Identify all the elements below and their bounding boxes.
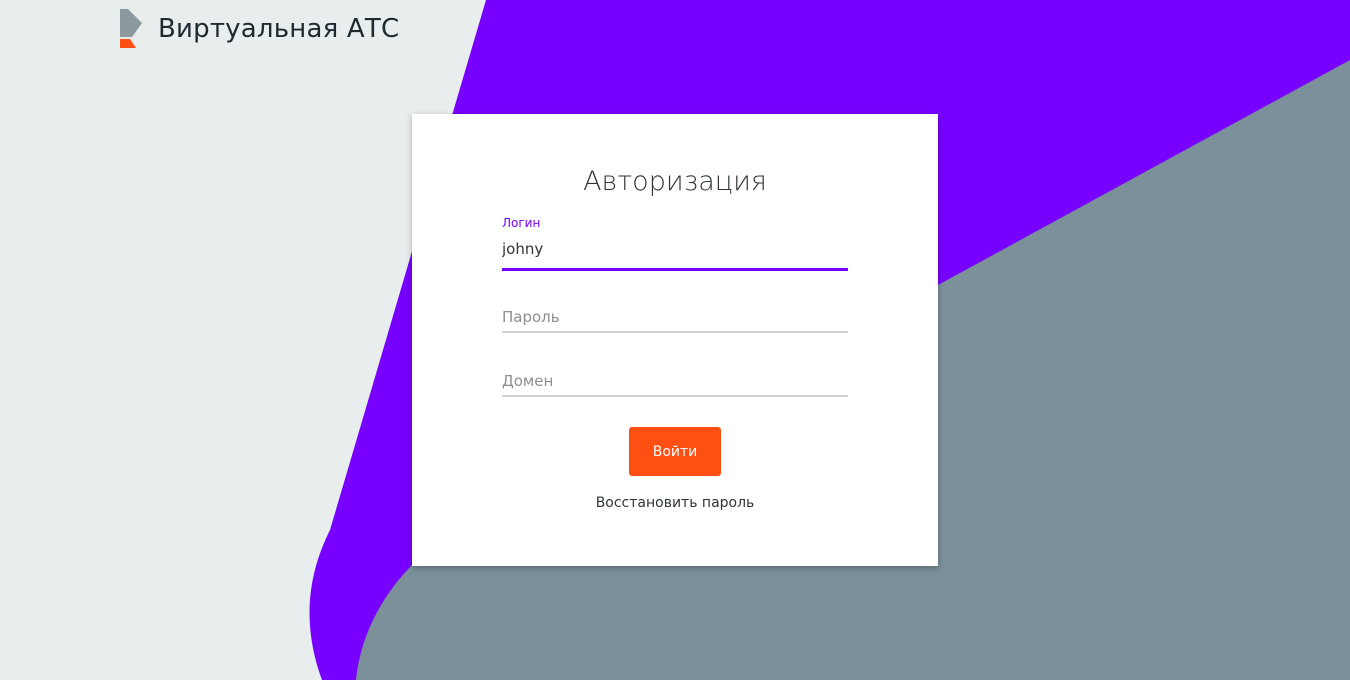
domain-underline bbox=[502, 395, 848, 397]
domain-field bbox=[502, 366, 848, 398]
password-input[interactable] bbox=[502, 306, 848, 328]
login-page: Виртуальная АТС Авторизация Логин Войти … bbox=[0, 0, 1350, 680]
domain-input[interactable] bbox=[502, 370, 848, 392]
password-field bbox=[502, 302, 848, 334]
login-card: Авторизация Логин Войти Восстановить пар… bbox=[412, 114, 938, 566]
app-title: Виртуальная АТС bbox=[158, 14, 400, 44]
login-title: Авторизация bbox=[583, 166, 767, 197]
login-underline-active bbox=[502, 268, 848, 271]
login-submit-button[interactable]: Войти bbox=[629, 427, 721, 476]
login-field: Логин bbox=[502, 216, 848, 272]
restore-password-link[interactable]: Восстановить пароль bbox=[412, 495, 938, 511]
login-input[interactable] bbox=[502, 238, 848, 260]
header-logo: Виртуальная АТС bbox=[118, 9, 399, 49]
password-underline bbox=[502, 331, 848, 333]
login-label: Логин bbox=[502, 216, 541, 230]
rostelecom-logo-icon bbox=[120, 9, 142, 48]
